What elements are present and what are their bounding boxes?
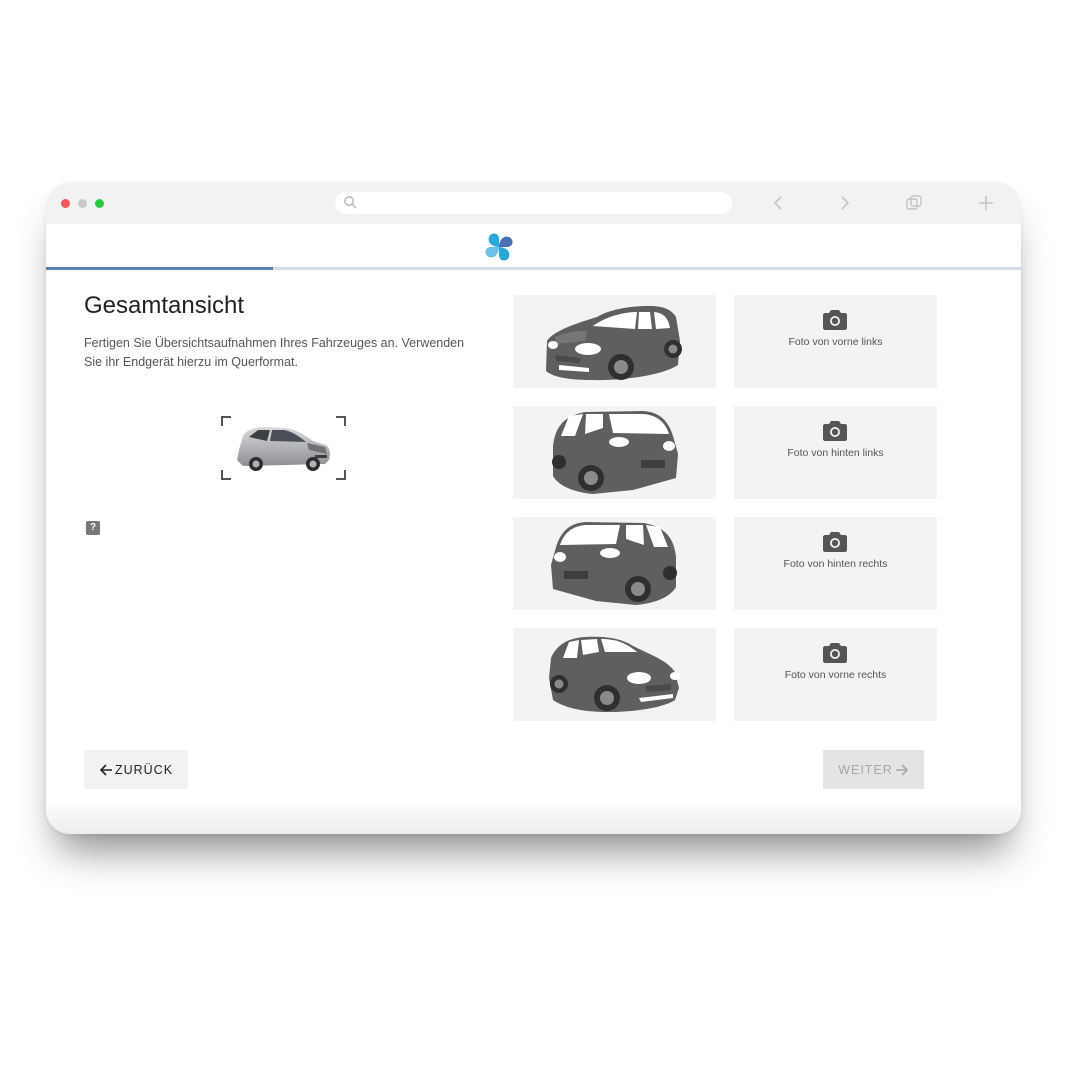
photo-label-front-right: Foto von vorne rechts bbox=[784, 669, 887, 681]
camera-icon bbox=[823, 310, 847, 330]
photo-upload-front-right[interactable]: Foto von vorne rechts bbox=[734, 628, 937, 721]
car-silhouette-front-right bbox=[549, 636, 680, 712]
app-header bbox=[46, 224, 1021, 270]
address-bar[interactable] bbox=[335, 192, 732, 214]
arrow-right-icon bbox=[895, 763, 908, 776]
page-title: Gesamtansicht bbox=[84, 292, 245, 319]
plus-icon[interactable] bbox=[977, 194, 995, 212]
car-silhouette-rear-left bbox=[552, 411, 678, 494]
camera-icon bbox=[823, 532, 847, 552]
back-button[interactable]: ZURÜCK bbox=[84, 750, 188, 789]
forward-arrow-icon[interactable] bbox=[835, 194, 853, 212]
next-button[interactable]: WEITER bbox=[823, 750, 924, 789]
company-logo bbox=[485, 233, 513, 261]
car-view-front-left bbox=[513, 295, 716, 388]
camera-icon bbox=[823, 421, 847, 441]
car-view-front-right bbox=[513, 628, 716, 721]
search-icon bbox=[344, 196, 357, 209]
back-button-label: ZURÜCK bbox=[114, 762, 174, 777]
car-silhouette-rear-right bbox=[551, 522, 677, 605]
browser-window: Gesamtansicht Fertigen Sie Übersichtsauf… bbox=[46, 182, 1021, 834]
close-window-dot[interactable] bbox=[61, 199, 70, 208]
window-bottom-shade bbox=[46, 798, 1021, 834]
page-description: Fertigen Sie Übersichtsaufnahmen Ihres F… bbox=[84, 336, 465, 369]
photo-upload-front-left[interactable]: Foto von vorne links bbox=[734, 295, 937, 388]
arrow-left-icon bbox=[99, 763, 112, 776]
minimize-window-dot[interactable] bbox=[78, 199, 87, 208]
car-view-rear-right bbox=[513, 517, 716, 610]
car-silhouette-front-left bbox=[546, 306, 682, 381]
next-button-label: WEITER bbox=[838, 762, 893, 777]
photo-upload-rear-right[interactable]: Foto von hinten rechts bbox=[734, 517, 937, 610]
maximize-window-dot[interactable] bbox=[95, 199, 104, 208]
photo-label-front-left: Foto von vorne links bbox=[788, 336, 883, 348]
back-arrow-icon[interactable] bbox=[770, 194, 788, 212]
car-view-rear-left bbox=[513, 406, 716, 499]
progress-bar-fill bbox=[46, 267, 274, 270]
progress-bar bbox=[46, 267, 1021, 270]
example-car-image bbox=[237, 427, 330, 471]
photo-label-rear-right: Foto von hinten rechts bbox=[783, 558, 888, 570]
photo-upload-rear-left[interactable]: Foto von hinten links bbox=[734, 406, 937, 499]
camera-icon bbox=[823, 643, 847, 663]
browser-titlebar bbox=[46, 182, 1021, 224]
photo-label-rear-left: Foto von hinten links bbox=[787, 447, 884, 459]
example-photo-frame bbox=[221, 416, 346, 480]
tabs-icon[interactable] bbox=[905, 194, 923, 212]
help-icon[interactable]: ? bbox=[86, 521, 100, 535]
